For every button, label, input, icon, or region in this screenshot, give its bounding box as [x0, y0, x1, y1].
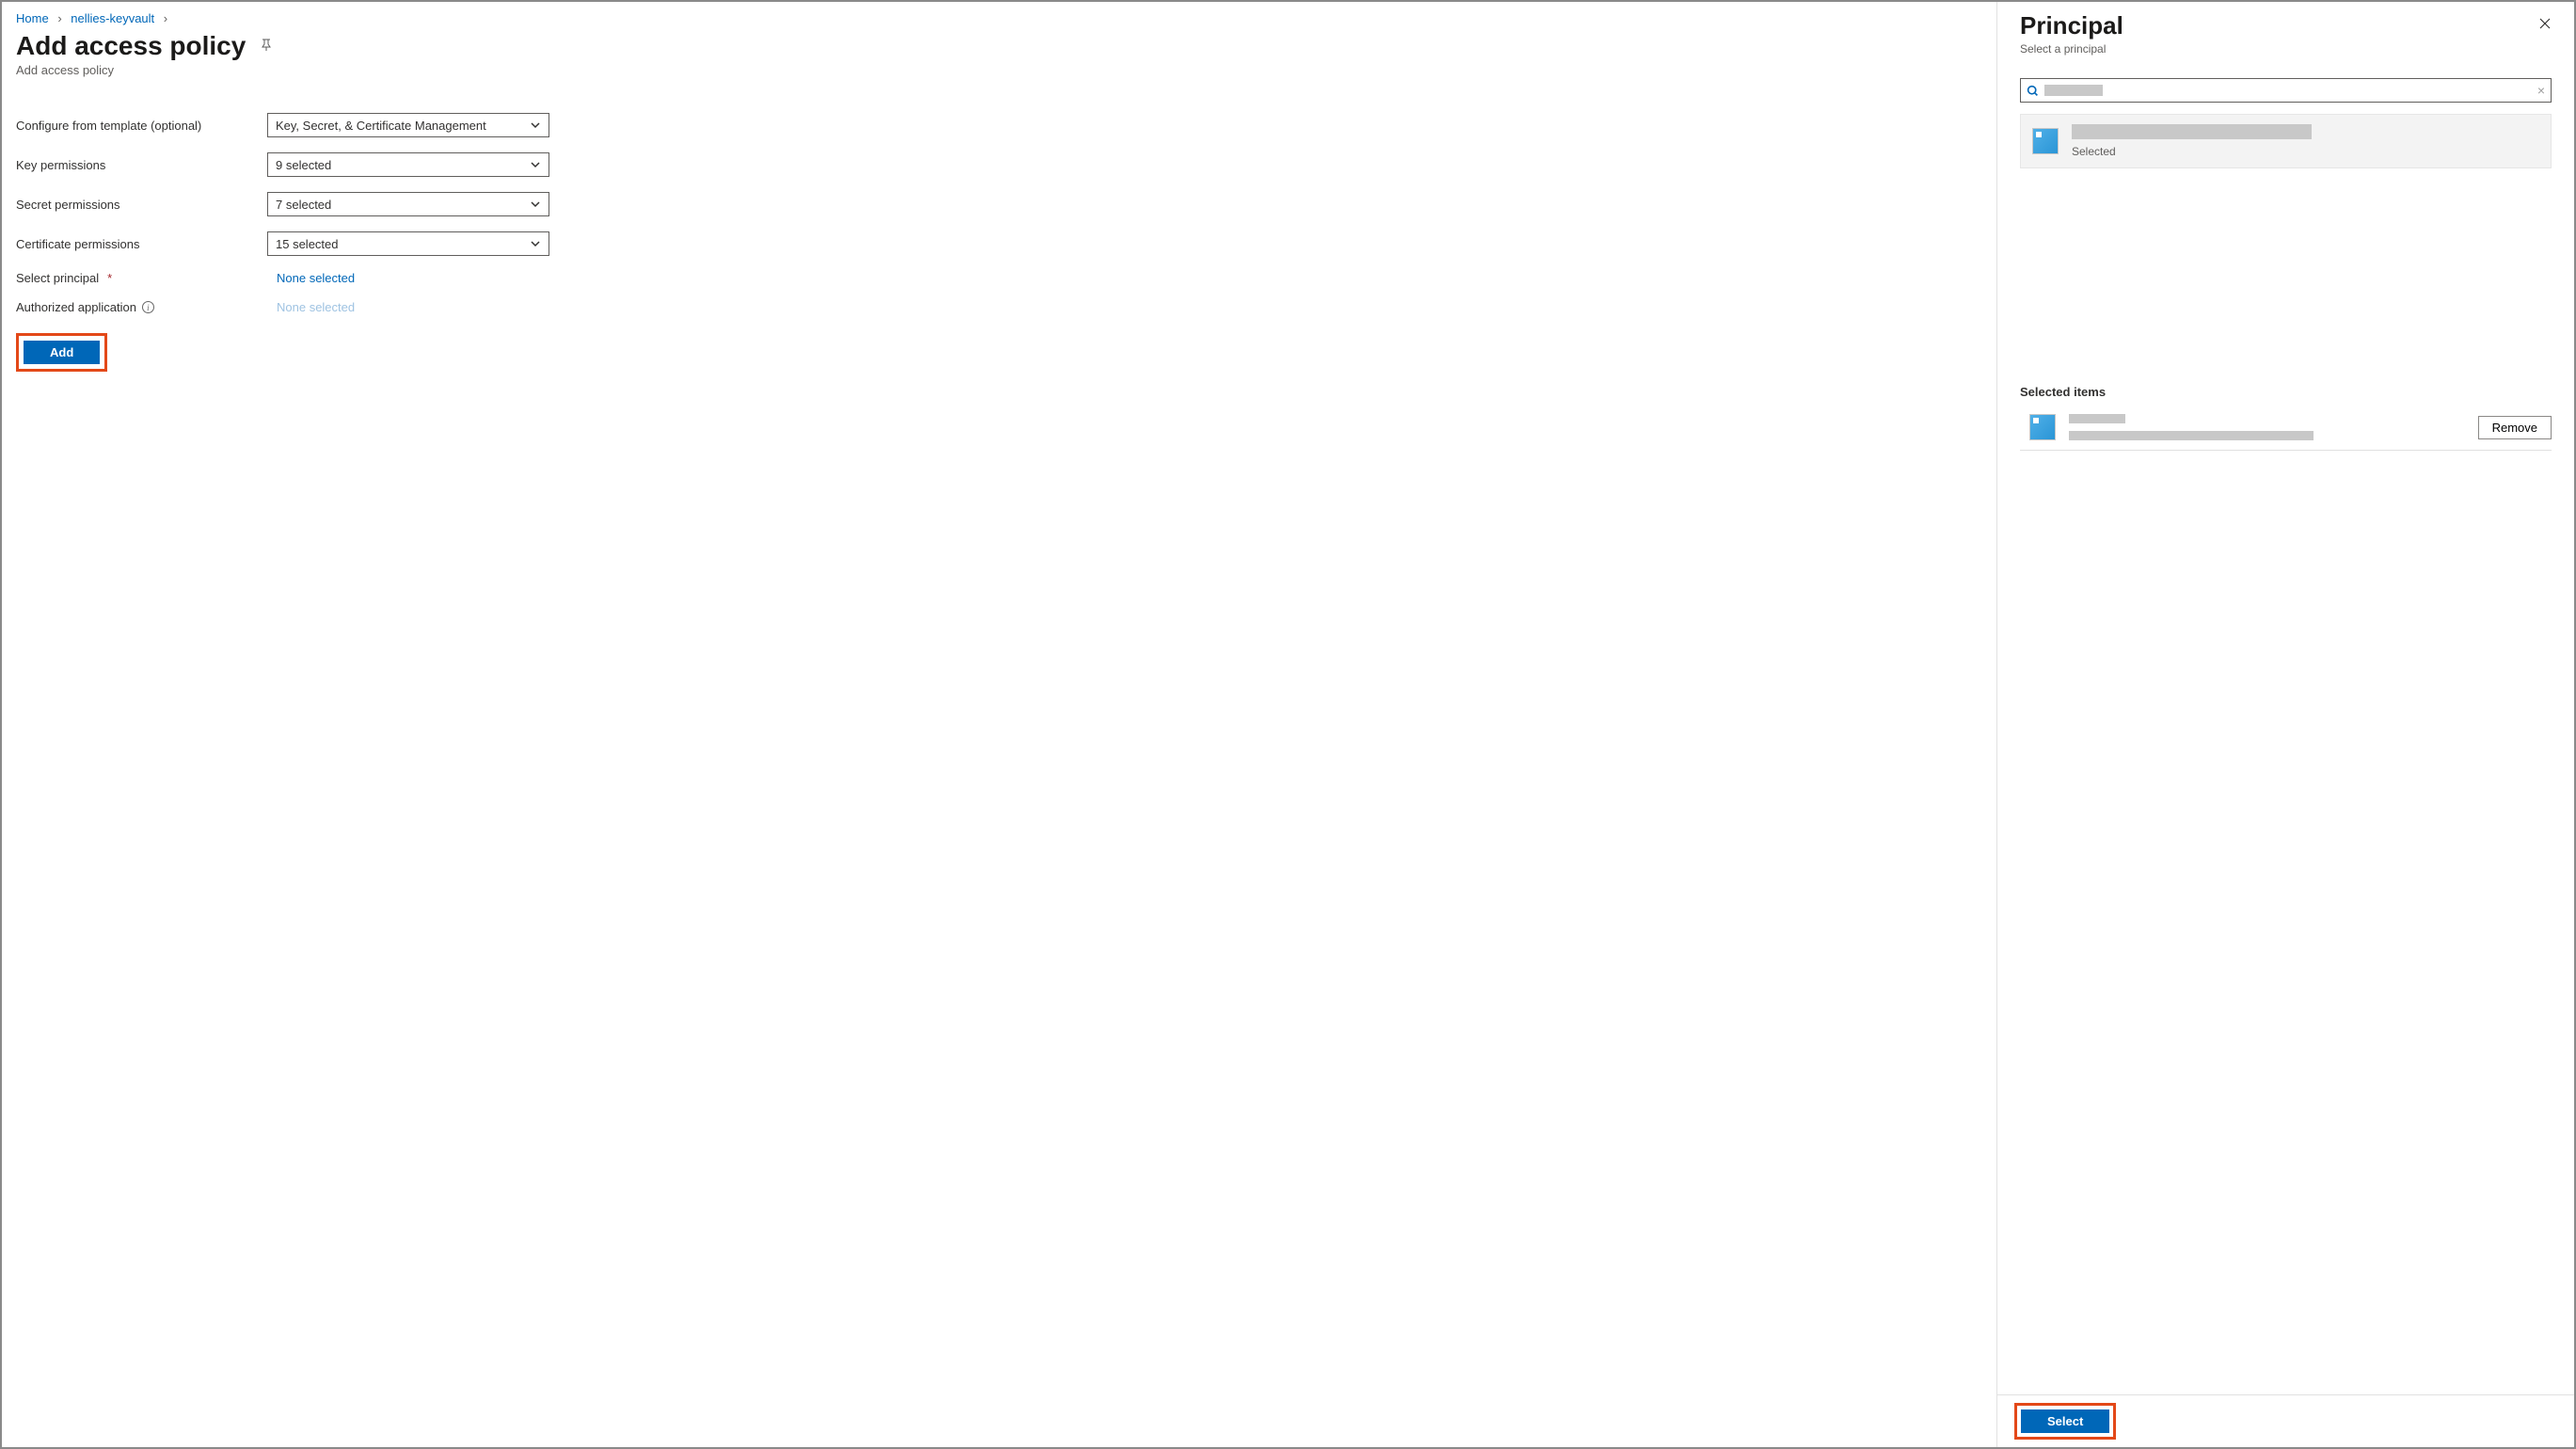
breadcrumb-home-link[interactable]: Home	[16, 11, 49, 25]
page-title: Add access policy	[16, 31, 246, 61]
app-tile-icon	[2032, 128, 2059, 154]
info-icon[interactable]: i	[142, 301, 154, 313]
select-button-highlight: Select	[2014, 1403, 2116, 1440]
page-subtitle: Add access policy	[16, 63, 1982, 77]
chevron-down-icon	[530, 159, 541, 170]
secret-permissions-value: 7 selected	[276, 198, 331, 212]
principal-result-item[interactable]: Selected	[2020, 114, 2552, 168]
search-value-redacted	[2044, 85, 2103, 96]
certificate-permissions-value: 15 selected	[276, 237, 339, 251]
main-content: Home › nellies-keyvault › Add access pol…	[2, 2, 1997, 1447]
breadcrumb: Home › nellies-keyvault ›	[16, 11, 1982, 25]
app-tile-icon	[2029, 414, 2056, 440]
certificate-permissions-dropdown[interactable]: 15 selected	[267, 231, 549, 256]
selected-items-heading: Selected items	[2020, 385, 2552, 399]
template-dropdown-value: Key, Secret, & Certificate Management	[276, 119, 486, 133]
secret-permissions-label: Secret permissions	[16, 198, 267, 212]
clear-search-icon[interactable]: ×	[2537, 84, 2545, 97]
authorized-application-link: None selected	[277, 300, 355, 314]
panel-subtitle: Select a principal	[2020, 42, 2123, 56]
breadcrumb-vault-link[interactable]: nellies-keyvault	[71, 11, 154, 25]
close-icon[interactable]	[2538, 17, 2552, 30]
key-permissions-dropdown[interactable]: 9 selected	[267, 152, 549, 177]
certificate-permissions-label: Certificate permissions	[16, 237, 267, 251]
breadcrumb-separator: ›	[164, 11, 167, 25]
result-name-redacted	[2072, 124, 2312, 139]
result-selected-label: Selected	[2072, 145, 2312, 158]
remove-button[interactable]: Remove	[2478, 416, 2552, 439]
key-permissions-label: Key permissions	[16, 158, 267, 172]
chevron-down-icon	[530, 238, 541, 249]
template-dropdown[interactable]: Key, Secret, & Certificate Management	[267, 113, 549, 137]
principal-panel: Principal Select a principal × Selected …	[1997, 2, 2574, 1447]
select-principal-label: Select principal*	[16, 271, 267, 285]
chevron-down-icon	[530, 199, 541, 210]
required-indicator: *	[107, 271, 112, 285]
pin-icon[interactable]	[259, 38, 274, 56]
authorized-application-label: Authorized application i	[16, 300, 267, 314]
chevron-down-icon	[530, 119, 541, 131]
add-button-highlight: Add	[16, 333, 107, 372]
selected-item-row: Remove	[2020, 408, 2552, 451]
secret-permissions-dropdown[interactable]: 7 selected	[267, 192, 549, 216]
panel-title: Principal	[2020, 11, 2123, 40]
selected-id-redacted	[2069, 431, 2314, 440]
principal-search-input[interactable]: ×	[2020, 78, 2552, 103]
selected-name-redacted	[2069, 414, 2125, 423]
key-permissions-value: 9 selected	[276, 158, 331, 172]
panel-footer: Select	[1997, 1394, 2574, 1447]
template-label: Configure from template (optional)	[16, 119, 267, 133]
search-icon	[2027, 85, 2039, 97]
select-principal-link[interactable]: None selected	[277, 271, 355, 285]
select-button[interactable]: Select	[2021, 1409, 2109, 1433]
add-button[interactable]: Add	[24, 341, 100, 364]
breadcrumb-separator: ›	[57, 11, 61, 25]
